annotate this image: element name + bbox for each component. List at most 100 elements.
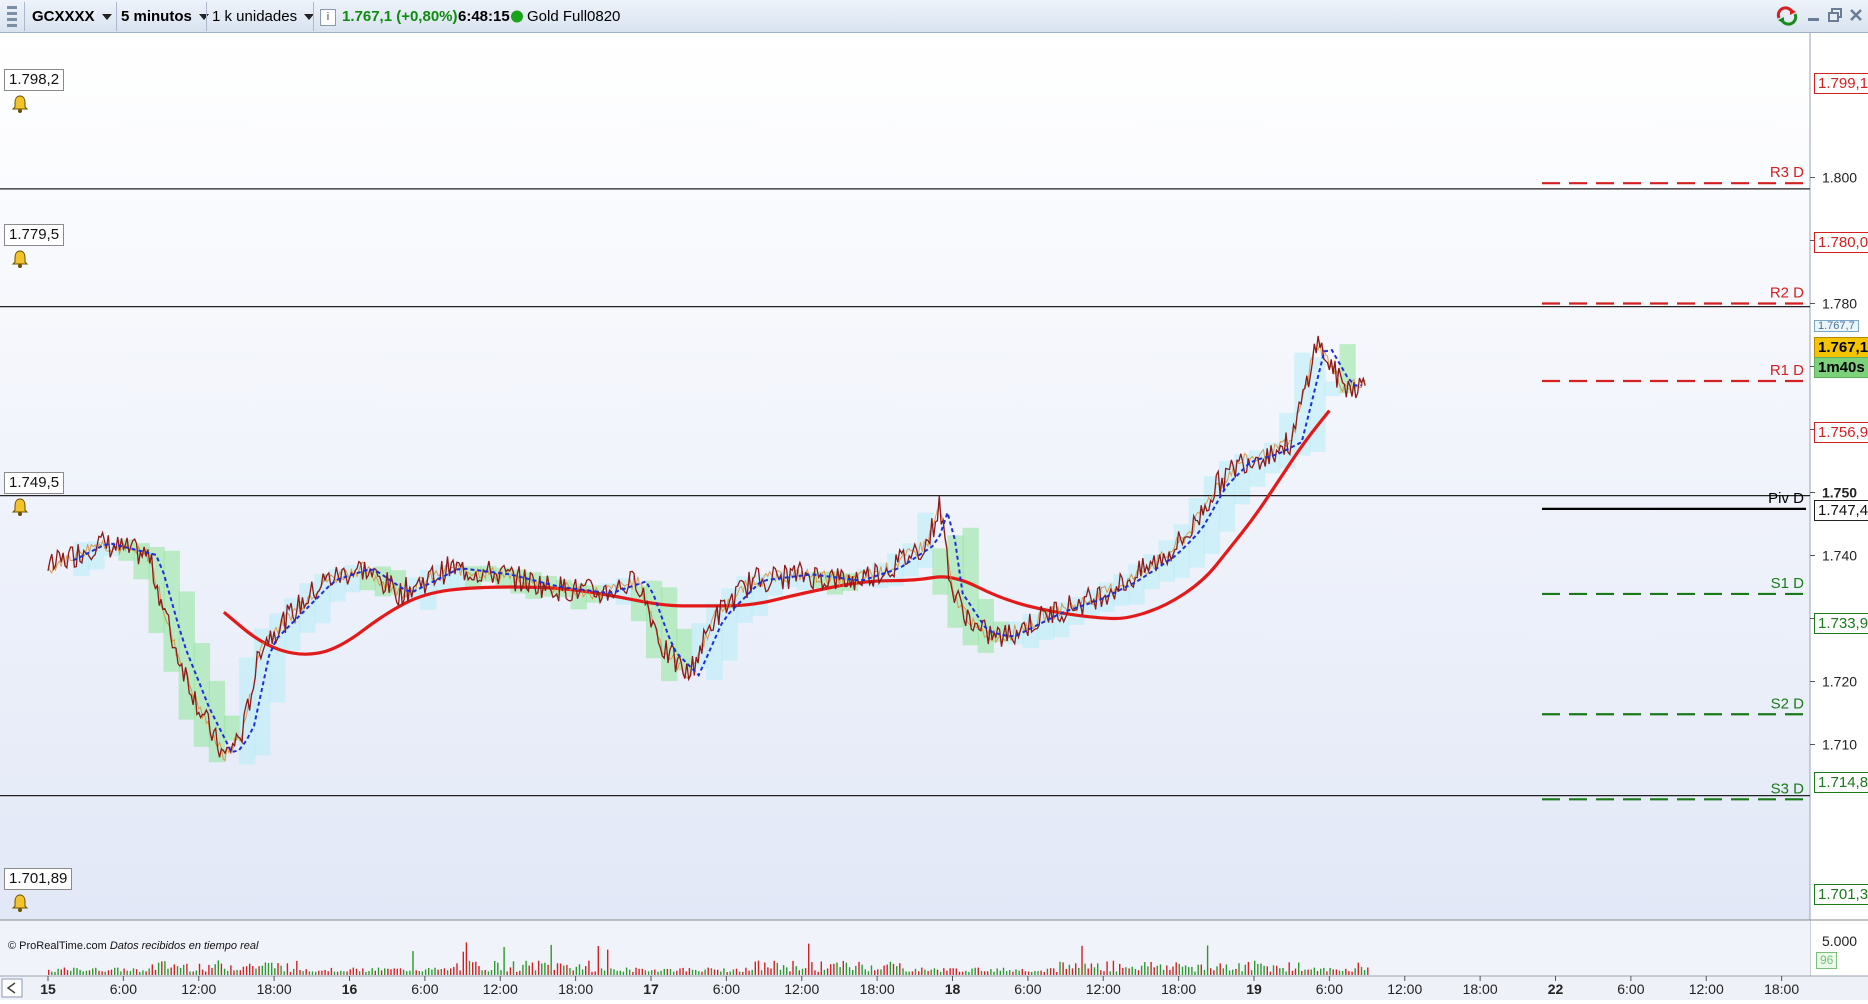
alert-level-box[interactable]: 1.749,5 — [4, 472, 65, 494]
volume-bar — [148, 968, 150, 975]
volume-bar — [531, 962, 534, 975]
close-icon[interactable] — [1847, 6, 1865, 24]
volume-bar — [745, 967, 747, 975]
x-tick-label: 22 — [1548, 981, 1564, 997]
volume-bar — [315, 971, 317, 975]
bell-icon[interactable] — [10, 497, 30, 517]
volume-bar — [874, 970, 876, 975]
volume-bar — [647, 971, 650, 975]
volume-bar — [1015, 969, 1017, 975]
volume-bar — [406, 971, 408, 975]
volume-bar — [735, 968, 738, 975]
timeframe-selector[interactable]: 5 minutos — [121, 0, 209, 33]
info-button[interactable]: i — [320, 0, 336, 33]
volume-bar — [264, 962, 267, 975]
volume-bar — [682, 967, 684, 975]
volume-bar — [1188, 967, 1190, 975]
restore-icon[interactable] — [1826, 6, 1844, 24]
volume-bar — [1065, 968, 1067, 975]
scroll-left-button[interactable] — [1, 978, 23, 998]
volume-bar — [723, 968, 725, 975]
volume-bar — [1298, 962, 1300, 975]
contract-name: Gold Full0820 — [527, 8, 621, 25]
volume-bar — [478, 966, 480, 975]
cloud-segment — [269, 613, 286, 703]
volume-bar — [311, 971, 314, 975]
alert-level-box[interactable]: 1.779,5 — [4, 224, 65, 246]
volume-bar — [402, 969, 405, 975]
volume-bar — [914, 968, 917, 975]
price-chart[interactable]: R3 DR2 DR1 DPiv DS1 DS2 DS3 D 1.8001.790… — [0, 33, 1868, 1000]
units-selector[interactable]: 1 k unidades — [212, 0, 315, 33]
volume-bar — [1263, 965, 1265, 975]
minimize-icon[interactable] — [1805, 6, 1823, 24]
volume-bar — [1351, 971, 1353, 975]
volume-bar — [346, 971, 348, 975]
volume-bar — [936, 969, 939, 975]
volume-bar — [1367, 967, 1369, 975]
volume-bar — [1307, 969, 1309, 975]
x-tick-label: 6:00 — [110, 981, 137, 997]
volume-bar — [1062, 962, 1064, 975]
volume-bar — [848, 967, 851, 975]
volume-bar — [782, 965, 785, 975]
chart-area[interactable]: R3 DR2 DR1 DPiv DS1 DS2 DS3 D 1.8001.790… — [0, 33, 1868, 1000]
volume-bar — [927, 971, 929, 975]
volume-bar — [1254, 960, 1256, 975]
volume-bar — [1119, 963, 1121, 975]
bell-icon[interactable] — [10, 893, 30, 913]
volume-bar — [283, 971, 285, 975]
volume-bar — [839, 967, 841, 975]
x-tick-label: 12:00 — [784, 981, 819, 997]
volume-bar — [305, 969, 307, 975]
volume-bar — [625, 967, 628, 975]
volume-bar — [95, 967, 97, 975]
volume-bar — [603, 970, 606, 975]
grip-icon[interactable] — [5, 0, 19, 33]
x-tick-label: 6:00 — [1316, 981, 1343, 997]
volume-bar — [773, 960, 775, 975]
volume-bar — [139, 972, 141, 975]
volume-bar — [710, 968, 713, 975]
bell-icon[interactable] — [10, 94, 30, 114]
volume-bar — [1332, 969, 1334, 975]
volume-bar — [556, 963, 559, 975]
volume-bar — [717, 969, 719, 975]
volume-bar — [450, 968, 452, 975]
volume-bar — [1021, 969, 1023, 975]
volume-bar — [1172, 966, 1174, 975]
volume-bar — [453, 966, 455, 975]
volume-bar — [1125, 967, 1127, 975]
x-tick-label: 18 — [945, 981, 961, 997]
volume-bar — [861, 964, 863, 975]
x-tick-label: 12:00 — [483, 981, 518, 997]
pivot-price-tag: 1.747,4 — [1814, 500, 1868, 521]
volume-bar — [421, 971, 424, 975]
pivot-label-s2: S2 D — [1771, 695, 1805, 712]
sync-icon[interactable] — [1776, 6, 1798, 26]
volume-bar — [1225, 964, 1228, 975]
volume-bar — [836, 962, 838, 975]
volume-bar — [738, 971, 741, 975]
volume-bar — [1191, 966, 1193, 975]
volume-bar — [845, 962, 848, 975]
volume-bar — [1027, 971, 1030, 975]
alert-level-box[interactable]: 1.798,2 — [4, 69, 65, 91]
volume-bar — [1178, 964, 1180, 975]
volume-bar — [1194, 971, 1196, 975]
volume-bar — [161, 961, 163, 975]
instrument-selector[interactable]: GCXXXX — [32, 0, 112, 33]
volume-bar — [1087, 968, 1089, 975]
volume-bar — [76, 968, 78, 975]
volume-bar — [179, 967, 182, 975]
bell-icon[interactable] — [10, 249, 30, 269]
volume-bar — [1363, 970, 1366, 975]
volume-bar — [352, 967, 354, 975]
volume-bar — [924, 969, 926, 975]
volume-bar — [399, 968, 402, 975]
volume-bar — [588, 960, 590, 975]
volume-bar — [349, 969, 351, 975]
volume-bar — [236, 969, 238, 975]
alert-level-box[interactable]: 1.701,89 — [4, 868, 73, 890]
volume-bar — [704, 969, 706, 975]
